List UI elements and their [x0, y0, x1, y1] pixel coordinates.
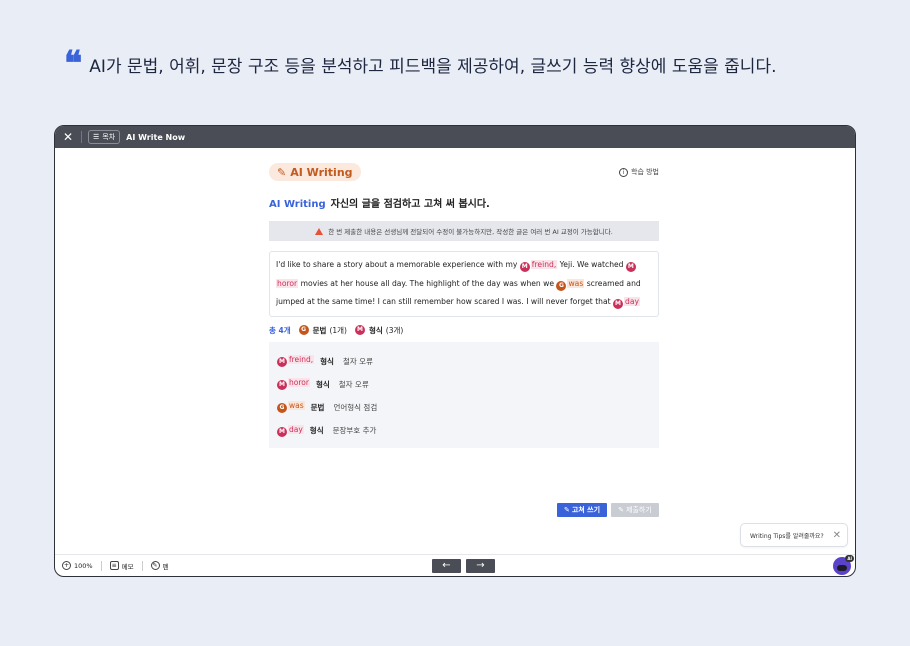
divider — [81, 131, 82, 143]
close-icon[interactable]: ✕ — [61, 130, 75, 144]
title-accent: AI Writing — [269, 199, 326, 210]
error-kind: 형식 — [315, 379, 330, 389]
app-title: AI Write Now — [126, 132, 186, 142]
rewrite-label: 고쳐 쓰기 — [571, 506, 601, 514]
warning-text: 한 번 제출한 내용은 선생님께 전달되어 수정이 불가능하지만, 작성한 글은… — [328, 228, 613, 236]
pen-button[interactable]: ✎ 펜 — [150, 561, 169, 571]
banner: ❝ AI가 문법, 어휘, 문장 구조 등을 분석하고 피드백을 제공하여, 글… — [64, 43, 777, 84]
error-kind: 형식 — [320, 356, 334, 366]
howto-link[interactable]: i 학습 방법 — [619, 167, 659, 177]
banner-text: AI가 문법, 어휘, 문장 구조 등을 분석하고 피드백을 제공하여, 글쓰기… — [89, 57, 777, 77]
error-desc: 철자 오류 — [338, 379, 369, 389]
next-arrow-icon[interactable]: → — [466, 559, 495, 573]
pencil-icon: ✎ — [618, 506, 625, 514]
error-word: horor — [288, 378, 310, 388]
list-icon: ☰ — [93, 133, 100, 141]
pen-label: 펜 — [162, 562, 169, 571]
error-kind: 형식 — [309, 426, 324, 436]
toc-label: 목차 — [102, 133, 116, 141]
error-list: Mfreind, 형식 철자 오류 Mhoror 형식 철자 오류 Gwas 문… — [269, 341, 659, 448]
submit-button[interactable]: ✎ 제출하기 — [611, 503, 659, 517]
form-marker-icon: M — [277, 357, 287, 368]
form-marker-icon: M — [277, 380, 287, 391]
howto-label: 학습 방법 — [631, 168, 659, 176]
total-count: 총 4개 — [269, 325, 291, 335]
error-word[interactable]: freind, — [530, 260, 558, 269]
essay-segment: I'd like to share a story about a memora… — [276, 260, 520, 269]
list-item[interactable]: Gwas 문법 언어형식 점검 — [277, 396, 651, 419]
zoom-level: 100% — [74, 561, 93, 570]
error-kind: 문법 — [310, 402, 325, 412]
error-desc: 철자 오류 — [342, 356, 373, 366]
form-marker-icon[interactable]: M — [613, 299, 624, 309]
error-word: freind, — [288, 355, 315, 365]
divider — [141, 560, 143, 571]
warning-icon — [315, 227, 324, 235]
list-item[interactable]: Mday 형식 문장부호 추가 — [277, 419, 651, 442]
app-window: ✕ ☰ 목차 AI Write Now ✎ AI Writing i 학습 방법… — [54, 125, 856, 577]
error-word[interactable]: day — [624, 297, 641, 306]
essay-segment: movies at her house all day. The highlig… — [298, 278, 557, 288]
list-item[interactable]: Mfreind, 형식 철자 오류 — [277, 350, 651, 373]
memo-icon: ≡ — [109, 561, 119, 570]
essay-segment: Yeji. We watched — [557, 260, 626, 269]
grammar-filter[interactable]: G 문법 (1개) — [298, 325, 347, 336]
badge-label: AI Writing — [290, 165, 353, 179]
error-desc: 문장부호 추가 — [332, 426, 377, 436]
form-filter[interactable]: M 형식 (3개) — [354, 325, 404, 336]
zoom-icon: + — [62, 561, 71, 570]
rewrite-button[interactable]: ✎ 고쳐 쓰기 — [557, 503, 607, 517]
title-text: 자신의 글을 점검하고 고쳐 써 봅시다. — [330, 199, 490, 210]
ai-badge: AI — [845, 555, 854, 562]
memo-label: 메모 — [121, 562, 134, 571]
form-marker-icon[interactable]: M — [625, 262, 636, 272]
zoom-control[interactable]: + 100% — [62, 561, 93, 570]
pen-icon: ✎ — [150, 561, 160, 570]
ai-bot-avatar[interactable]: AI — [833, 555, 854, 575]
writing-tips-tooltip[interactable]: Writing Tips를 알려줄까요? ✕ — [740, 523, 848, 547]
error-word[interactable]: horor — [276, 278, 299, 288]
top-bar: ✕ ☰ 목차 AI Write Now — [55, 126, 855, 148]
form-marker-icon: M — [354, 325, 365, 335]
page-title: AI Writing 자신의 글을 점검하고 고쳐 써 봅시다. — [269, 195, 659, 210]
essay-text: I'd like to share a story about a memora… — [269, 251, 659, 317]
pencil-icon: ✎ — [277, 165, 287, 179]
form-marker-icon: M — [277, 426, 287, 437]
form-count: (3개) — [385, 325, 404, 335]
grammar-marker-icon: G — [298, 325, 309, 335]
warning-notice: 한 번 제출한 내용은 선생님께 전달되어 수정이 불가능하지만, 작성한 글은… — [269, 221, 659, 241]
grammar-marker-icon: G — [277, 403, 287, 414]
ai-writing-badge: ✎ AI Writing — [269, 163, 361, 181]
info-icon: i — [619, 167, 628, 177]
prev-arrow-icon[interactable]: ← — [432, 559, 461, 573]
close-icon[interactable]: ✕ — [833, 530, 841, 541]
main-content: ✎ AI Writing i 학습 방법 AI Writing 자신의 글을 점검… — [269, 163, 659, 448]
grammar-label: 문법 — [312, 325, 327, 335]
form-marker-icon[interactable]: M — [519, 262, 530, 272]
bottom-bar: + 100% ≡ 메모 ✎ 펜 ← → AI — [55, 554, 855, 576]
toc-button[interactable]: ☰ 목차 — [88, 130, 121, 144]
memo-button[interactable]: ≡ 메모 — [109, 561, 134, 571]
bot-face-icon — [837, 565, 847, 571]
error-desc: 언어형식 점검 — [333, 402, 378, 412]
tips-text: Writing Tips를 알려줄까요? — [750, 532, 824, 540]
grammar-marker-icon[interactable]: G — [556, 280, 567, 291]
error-word[interactable]: was — [567, 278, 585, 288]
error-word: was — [288, 401, 305, 411]
pencil-icon: ✎ — [563, 506, 570, 514]
error-summary: 총 4개 G 문법 (1개) M 형식 (3개) — [269, 325, 659, 336]
form-label: 형식 — [368, 325, 383, 335]
list-item[interactable]: Mhoror 형식 철자 오류 — [277, 373, 651, 396]
page-navigation: ← → — [432, 559, 495, 573]
quote-icon: ❝ — [64, 43, 82, 84]
grammar-count: (1개) — [329, 325, 347, 335]
error-word: day — [288, 424, 304, 434]
divider — [100, 560, 102, 571]
submit-label: 제출하기 — [626, 506, 652, 514]
